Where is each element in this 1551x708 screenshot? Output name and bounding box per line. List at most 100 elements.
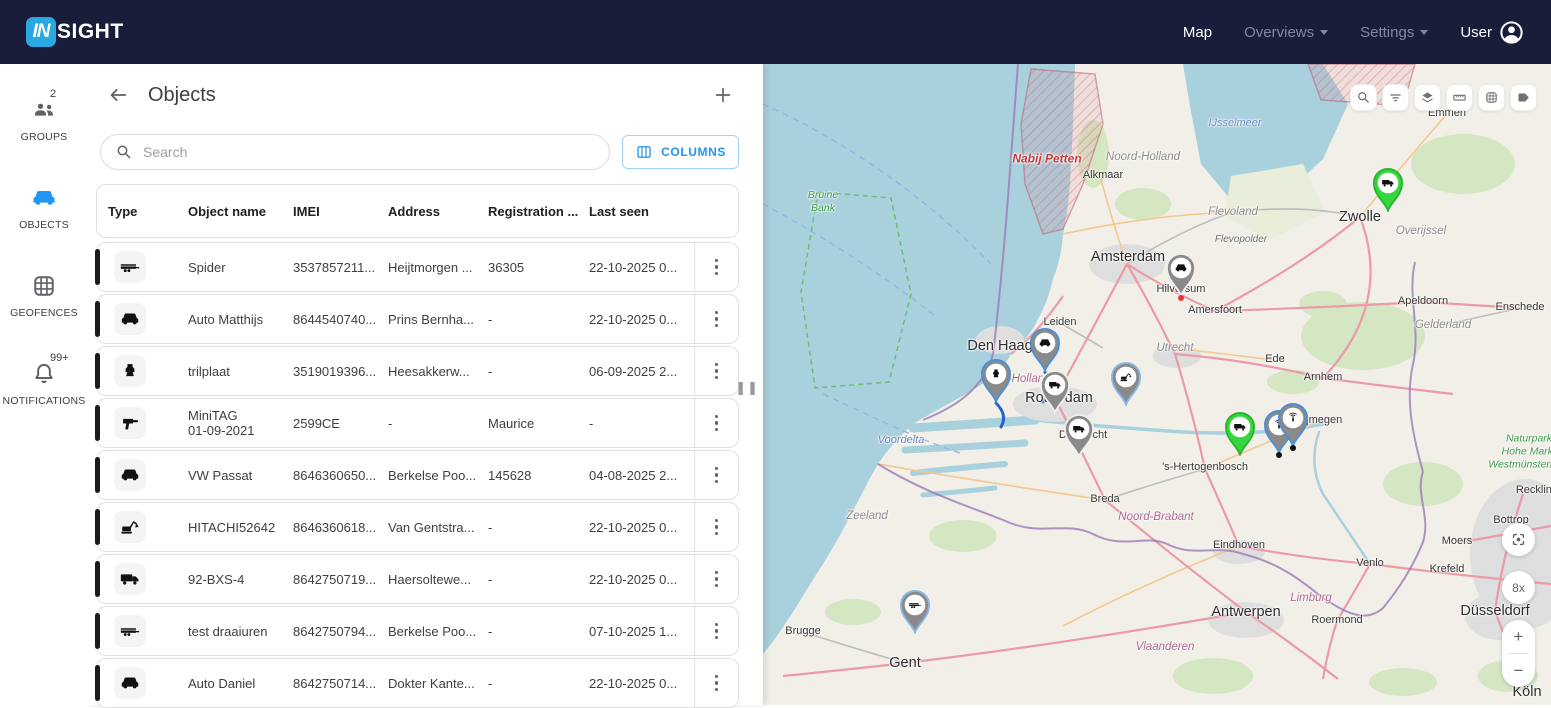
sidebar-badge: 2	[50, 88, 56, 100]
nav-user-label: User	[1460, 24, 1492, 41]
imei-cell: 3537857211...	[293, 260, 388, 275]
row-menu-button[interactable]	[694, 347, 738, 395]
map-pin-wifi[interactable]	[1276, 402, 1310, 447]
row-menu-button[interactable]	[694, 555, 738, 603]
plus-icon	[712, 84, 734, 106]
zoom-in-button[interactable]: +	[1502, 620, 1535, 653]
table-row[interactable]: test draaiuren 8642750794... Berkelse Po…	[96, 606, 739, 656]
last-seen-cell: 04-08-2025 2...	[589, 468, 694, 483]
search-input[interactable]	[143, 144, 595, 160]
sidebar-item-geofences[interactable]: GEOFENCES	[0, 262, 88, 350]
columns-button-label: COLUMNS	[661, 145, 726, 159]
row-menu-button[interactable]	[694, 243, 738, 291]
row-menu-button[interactable]	[694, 503, 738, 551]
table-row[interactable]: MiniTAG 01-09-2021 2599CE - Maurice -	[96, 398, 739, 448]
map-pin-car[interactable]	[1028, 327, 1062, 372]
trailer-icon	[114, 251, 146, 283]
table-row[interactable]: 92-BXS-4 8642750719... Haersoltewe... - …	[96, 554, 739, 604]
panel-resize-handle[interactable]: ❚❚	[735, 380, 759, 396]
address-cell: Heesakkerw...	[388, 364, 488, 379]
map-pin-truck[interactable]	[1062, 413, 1096, 458]
row-status-bar	[95, 509, 100, 545]
table-row[interactable]: Auto Matthijs 8644540740... Prins Bernha…	[96, 294, 739, 344]
map-tool-layers-icon[interactable]	[1414, 84, 1441, 111]
object-name-cell: trilplaat	[188, 364, 293, 379]
last-seen-cell: 07-10-2025 1...	[589, 624, 694, 639]
row-status-bar	[95, 613, 100, 649]
row-status-bar	[95, 249, 100, 285]
column-header: Address	[388, 204, 488, 219]
map-pin-truck[interactable]	[1371, 167, 1405, 212]
search-box[interactable]	[100, 134, 610, 170]
recenter-button[interactable]	[1502, 523, 1535, 556]
trailer-icon	[114, 615, 146, 647]
top-navbar: IN SIGHT Map Overviews Settings User	[0, 0, 1551, 64]
zoom-out-button[interactable]: −	[1502, 654, 1535, 687]
add-object-button[interactable]	[707, 79, 739, 111]
table-row[interactable]: VW Passat 8646360650... Berkelse Poo... …	[96, 450, 739, 500]
last-seen-cell: 06-09-2025 2...	[589, 364, 694, 379]
left-sidebar: 2GROUPS OBJECTS GEOFENCES 99+ NOTIFICATIONS	[0, 64, 88, 705]
back-button[interactable]	[102, 79, 134, 111]
row-menu-button[interactable]	[694, 451, 738, 499]
map-tool-geofence-grid-icon[interactable]	[1478, 84, 1505, 111]
columns-icon	[635, 143, 653, 161]
nav-settings[interactable]: Settings	[1360, 24, 1428, 41]
table-row[interactable]: Spider 3537857211... Heijtmorgen ... 363…	[96, 242, 739, 292]
column-header: IMEI	[293, 204, 388, 219]
map-pin-car[interactable]	[1164, 252, 1198, 297]
object-name-cell: Auto Matthijs	[188, 312, 293, 327]
table-row[interactable]: HITACHI52642 8646360618... Van Gentstra.…	[96, 502, 739, 552]
sidebar-item-notifications[interactable]: 99+ NOTIFICATIONS	[0, 350, 88, 438]
address-cell: Heijtmorgen ...	[388, 260, 488, 275]
app-logo[interactable]: IN SIGHT	[26, 17, 124, 47]
column-header: Registration ...	[488, 204, 589, 219]
object-name-cell: HITACHI52642	[188, 520, 293, 535]
imei-cell: 8642750794...	[293, 624, 388, 639]
row-status-bar	[95, 457, 100, 493]
map-tool-tag-icon[interactable]	[1510, 84, 1537, 111]
sidebar-item-groups[interactable]: 2GROUPS	[0, 86, 88, 174]
map-tool-filter-icon[interactable]	[1382, 84, 1409, 111]
sidebar-badge: 99+	[50, 352, 69, 364]
columns-button[interactable]: COLUMNS	[622, 135, 739, 169]
focus-icon	[1510, 531, 1527, 548]
sidebar-item-objects[interactable]: OBJECTS	[0, 174, 88, 262]
zoom-control: + −	[1502, 620, 1535, 687]
object-name-cell: VW Passat	[188, 468, 293, 483]
map-pin-truck[interactable]	[1223, 411, 1257, 456]
table-row[interactable]: trilplaat 3519019396... Heesakkerw... - …	[96, 346, 739, 396]
kebab-menu-icon	[715, 467, 719, 484]
sidebar-item-label: OBJECTS	[19, 219, 69, 231]
table-row[interactable]: Auto Daniel 8642750714... Dokter Kante..…	[96, 658, 739, 708]
row-menu-button[interactable]	[694, 295, 738, 343]
objects-table: TypeObject nameIMEIAddressRegistration .…	[88, 184, 763, 708]
map-pin-truck[interactable]	[1038, 369, 1072, 414]
arrow-left-icon	[107, 84, 129, 106]
map-tool-ruler-icon[interactable]	[1446, 84, 1473, 111]
sidebar-item-label: NOTIFICATIONS	[3, 395, 86, 407]
row-menu-button[interactable]	[694, 607, 738, 655]
user-avatar-icon[interactable]	[1498, 19, 1525, 46]
kebab-menu-icon	[715, 415, 719, 432]
map-pin-excavator[interactable]	[1109, 361, 1143, 406]
row-menu-button[interactable]	[694, 399, 738, 447]
map-pin-compactor[interactable]	[979, 358, 1013, 403]
nav-user[interactable]: User	[1460, 19, 1525, 46]
imei-cell: 3519019396...	[293, 364, 388, 379]
map-toolbar	[1350, 84, 1537, 111]
nav-overviews[interactable]: Overviews	[1244, 24, 1328, 41]
nav-overviews-label: Overviews	[1244, 24, 1314, 41]
nav-map[interactable]: Map	[1183, 24, 1212, 41]
row-menu-button[interactable]	[694, 659, 738, 707]
registration-cell: 36305	[488, 260, 589, 275]
imei-cell: 8646360650...	[293, 468, 388, 483]
row-status-bar	[95, 561, 100, 597]
object-name-cell: test draaiuren	[188, 624, 293, 639]
map-basemap	[763, 64, 1551, 705]
zoom-level-badge[interactable]: 8x	[1502, 571, 1535, 604]
map-tool-search-icon[interactable]	[1350, 84, 1377, 111]
map-canvas[interactable]: Nabij PettenBruine BankIJsselmeerNoord-H…	[763, 64, 1551, 705]
column-header: Last seen	[589, 204, 694, 219]
map-pin-trailer[interactable]	[898, 589, 932, 634]
